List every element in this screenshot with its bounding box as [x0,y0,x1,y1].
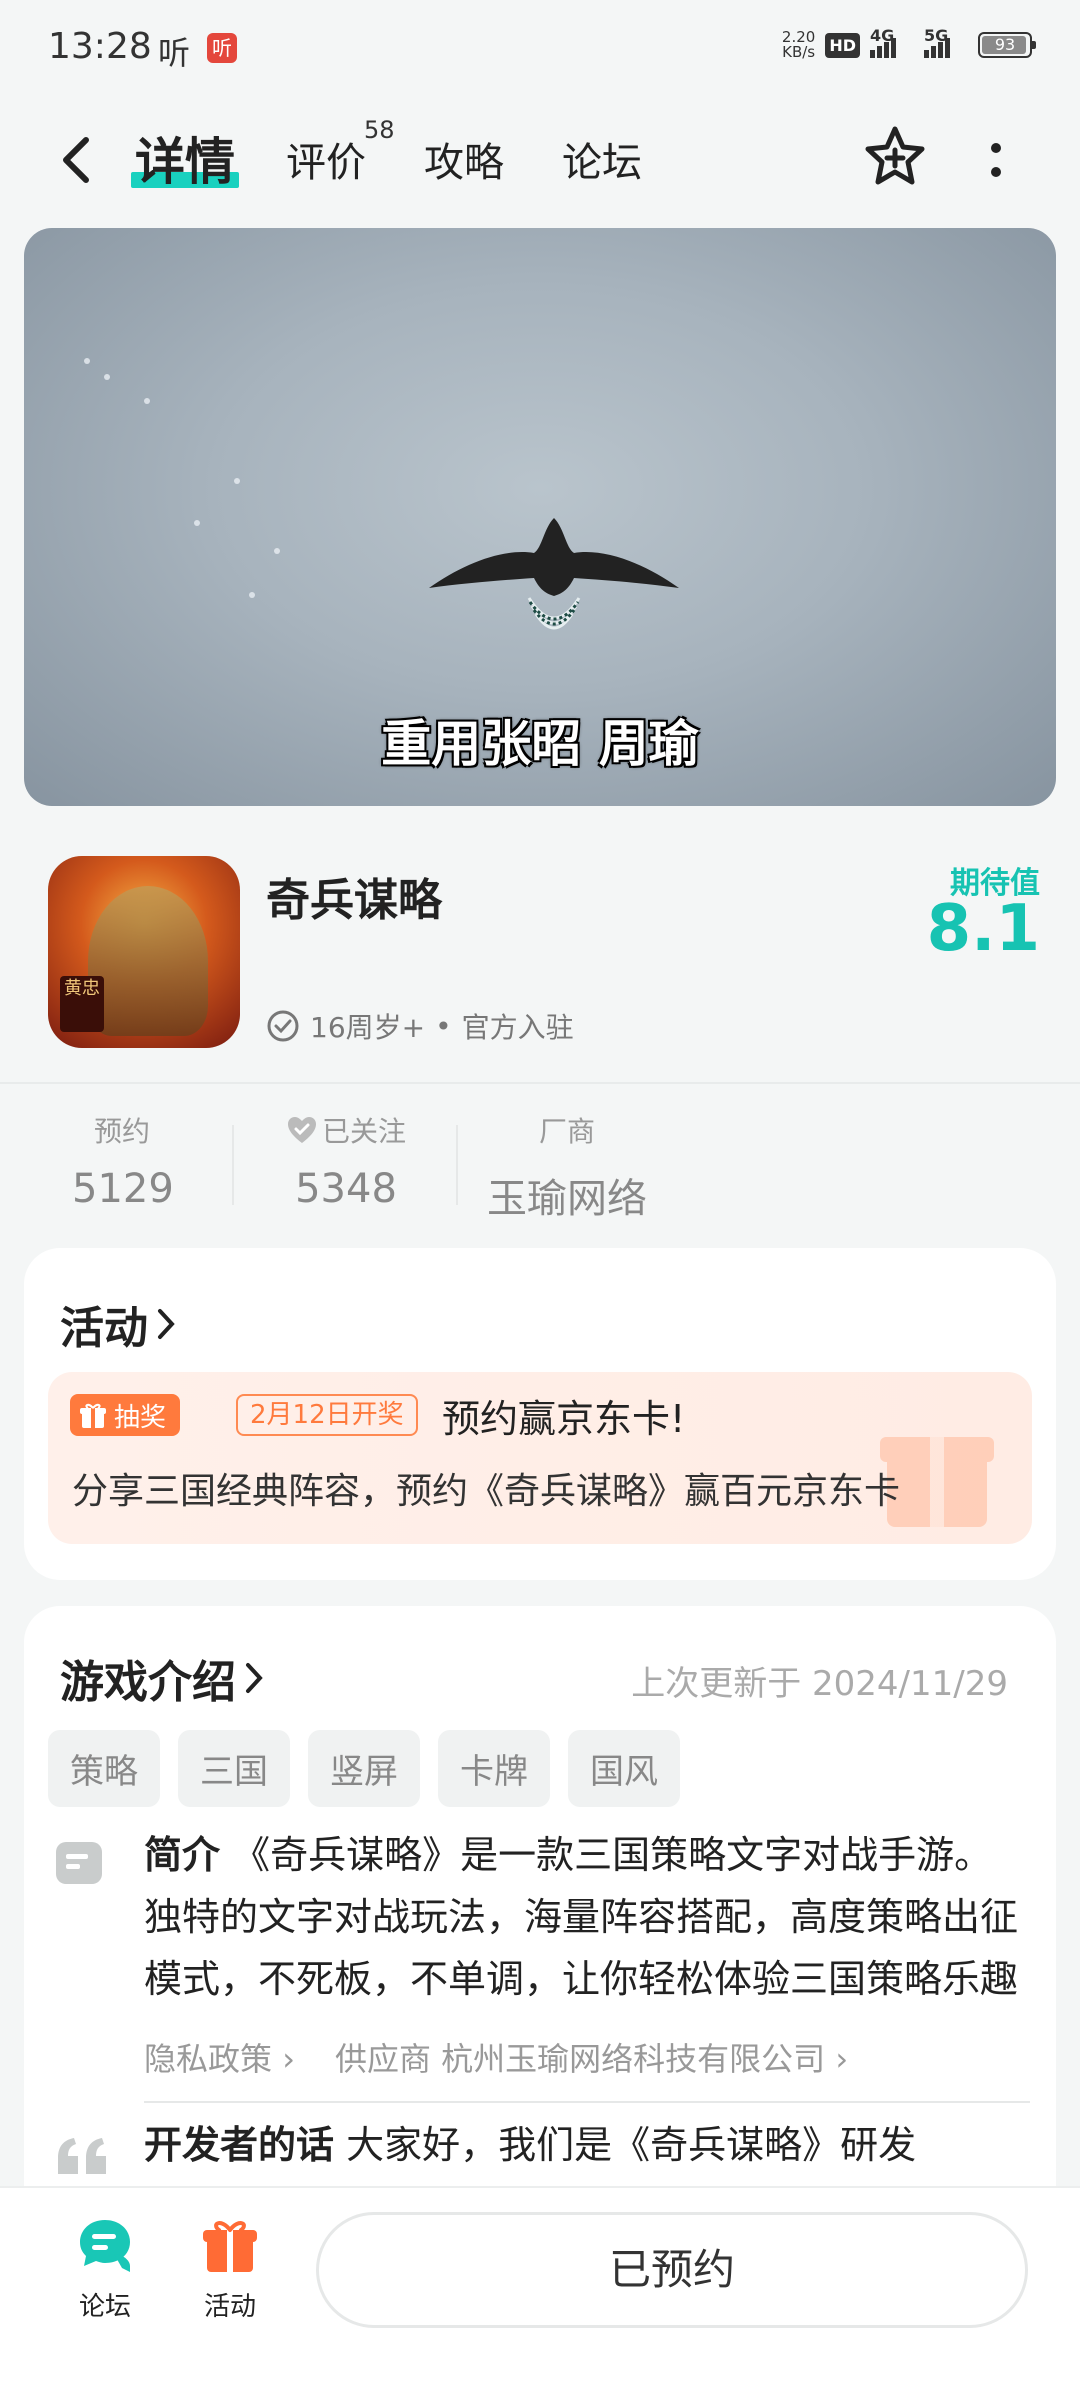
developer-note[interactable]: 开发者的话 大家好，我们是《奇兵谋略》研发 [144,2114,1024,2176]
tab-details[interactable]: 详情 [131,122,239,194]
net-speed: 2.20 KB/s [781,28,816,61]
meta-separator: • [435,1009,452,1043]
gift-icon [203,2221,257,2272]
tab-reviews[interactable]: 评价 58 [286,116,395,188]
stat-followers[interactable]: 已关注 5348 [276,1110,416,1212]
back-icon[interactable] [52,132,102,188]
draw-date-badge: 2月12日开奖 [236,1394,418,1436]
signal-5g-icon: 5G [924,26,968,58]
divider [144,2101,1030,2103]
game-title: 奇兵谋略 [266,875,442,926]
document-icon [56,1842,102,1884]
stat-divider [456,1125,458,1205]
tab-forum[interactable]: 论坛 [562,130,642,188]
verified-check-icon [267,1010,299,1042]
bottom-forum-button[interactable]: 论坛 [55,2214,155,2323]
privacy-policy-link[interactable]: 隐私政策 › [144,2034,295,2080]
top-nav: 详情 评价 58 攻略 论坛 [0,110,1080,210]
activity-item[interactable]: 抽奖 2月12日开奖 预约赢京东卡! 分享三国经典阵容，预约《奇兵谋略》赢百元京… [48,1372,1032,1544]
tag[interactable]: 三国 [178,1730,290,1807]
video-caption: 重用张昭 周瑜 [381,715,699,773]
lottery-badge: 抽奖 [70,1394,181,1436]
chevron-right-icon [246,1663,263,1693]
review-count-badge: 58 [364,116,395,144]
signal-4g-icon: 4G [870,26,914,58]
hd-icon: HD [825,32,860,58]
last-updated: 上次更新于 2024/11/29 [631,1664,1008,1704]
tag[interactable]: 卡牌 [438,1730,550,1807]
game-meta: 16周岁+ • 官方入驻 [266,1006,574,1046]
status-indicators: 2.20 KB/s HD 4G 5G 93 [781,26,1036,61]
divider [0,1082,1080,1084]
forum-chat-icon [80,2220,130,2272]
age-rating: 16周岁+ [310,1011,426,1044]
supplier-link[interactable]: 供应商 杭州玉瑜网络科技有限公司 › [335,2034,848,2080]
official-label: 官方入驻 [461,1011,574,1044]
game-app-icon[interactable]: 黄忠 [48,856,240,1048]
star-add-icon[interactable] [862,124,928,190]
bottom-activity-button[interactable]: 活动 [180,2214,280,2323]
intro-heading[interactable]: 游戏介绍 [60,1646,264,1710]
game-summary[interactable]: 简介 《奇兵谋略》是一款三国策略文字对战手游。独特的文字对战玩法，海量阵容搭配，… [144,1824,1024,2010]
tag[interactable]: 国风 [568,1730,680,1807]
reserved-button[interactable]: 已预约 [316,2212,1028,2328]
expect-score: 8.1 [926,892,1040,966]
activity-heading[interactable]: 活动 [60,1292,176,1356]
intro-links: 隐私政策 › 供应商 杭州玉瑜网络科技有限公司 › [144,2034,848,2080]
activity-description: 分享三国经典阵容，预约《奇兵谋略》赢百元京东卡 [72,1471,901,1512]
battery-icon: 93 [978,32,1036,58]
gift-icon [80,1403,106,1428]
tag[interactable]: 竖屏 [308,1730,420,1807]
stat-developer[interactable]: 厂商 玉瑜网络 [482,1110,652,1224]
tag-list: 策略 三国 竖屏 卡牌 国风 [48,1730,680,1807]
tag[interactable]: 策略 [48,1730,160,1807]
bottom-bar: 论坛 活动 已预约 [0,2186,1080,2400]
quote-icon [58,2138,106,2174]
stat-divider [232,1125,234,1205]
listen-indicator: 听 [158,34,191,72]
tab-guides[interactable]: 攻略 [424,130,504,188]
more-icon[interactable] [984,136,1008,186]
chevron-right-icon [158,1309,175,1339]
heart-icon [287,1117,316,1143]
status-bar: 13:28 听 听 2.20 KB/s HD 4G 5G 93 [0,0,1080,100]
listen-app-icon: 听 [207,33,237,63]
eagle-image [429,518,679,630]
video-banner[interactable]: 重用张昭 周瑜 [24,228,1056,806]
activity-title: 预约赢京东卡! [442,1397,686,1441]
status-time: 13:28 [48,26,152,67]
stat-reservations: 预约 5129 [72,1115,174,1212]
activity-card: 活动 抽奖 2月12日开奖 预约赢京东卡! 分享三国经典阵容，预约《奇兵谋略》赢… [24,1248,1056,1580]
